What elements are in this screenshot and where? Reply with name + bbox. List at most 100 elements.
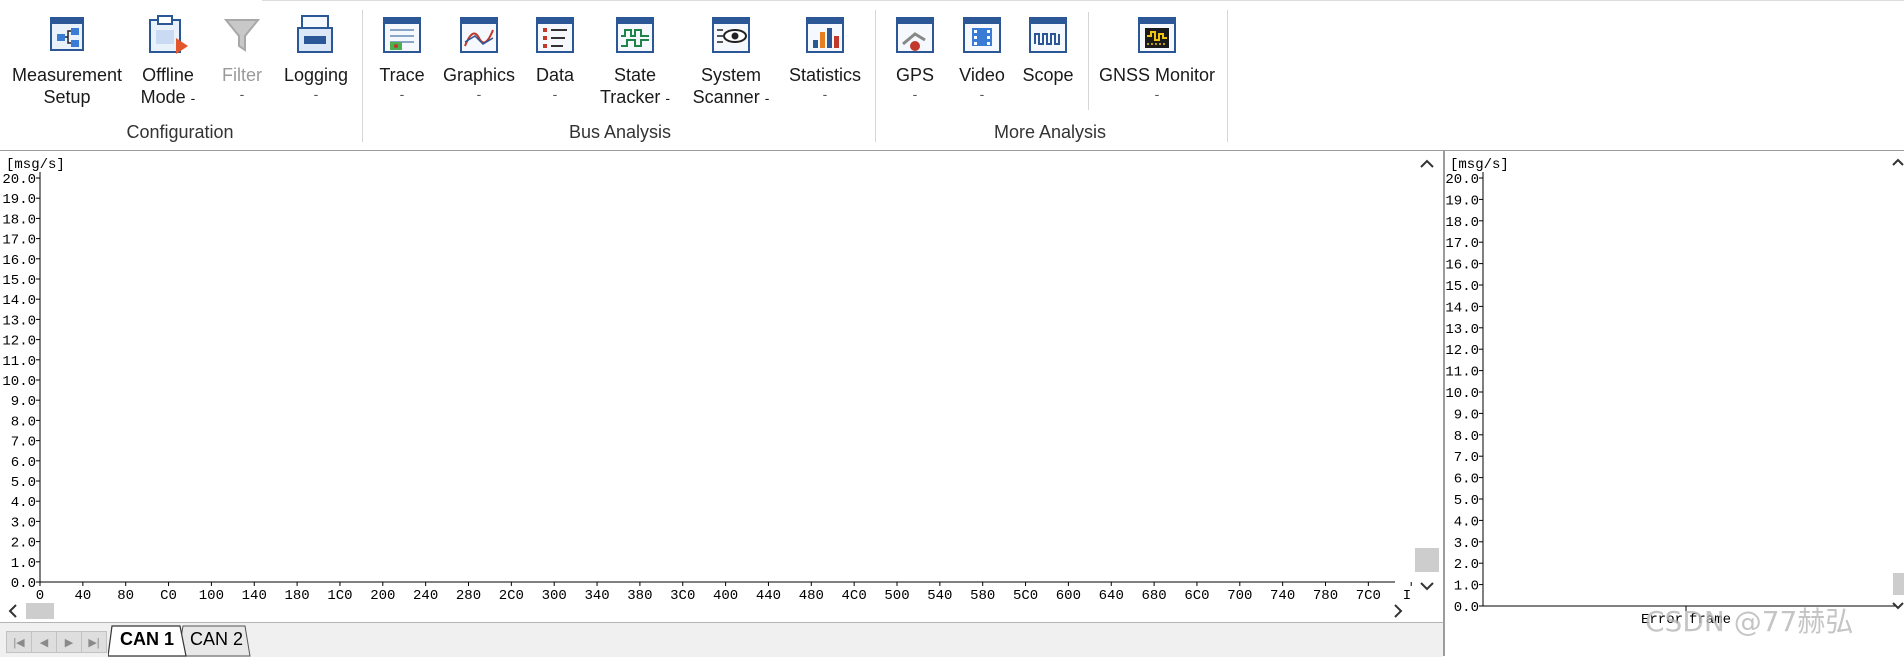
y-tick-label: 11.0 — [2, 354, 36, 370]
y-tick-label: 14.0 — [2, 293, 36, 309]
ribbon-top-border — [262, 0, 1904, 1]
y-tick-label: 3.0 — [11, 515, 36, 531]
x-tick-label: 640 — [1099, 588, 1124, 601]
dropdown-arrow-icon[interactable]: - — [400, 86, 405, 102]
y-tick-label: 19.0 — [1445, 193, 1479, 209]
ribbon-button-label-line2: Setup — [43, 86, 90, 108]
x-tick-label: 100 — [199, 588, 224, 601]
y-tick-label: 4.0 — [1454, 514, 1479, 530]
y-tick-label: 10.0 — [2, 374, 36, 390]
first-tab-button[interactable]: |◀ — [6, 631, 32, 653]
group-separator — [1227, 10, 1228, 142]
y-tick-label: 1.0 — [1454, 579, 1479, 595]
y-tick-label: 13.0 — [1445, 322, 1479, 338]
scope-button[interactable]: Scope — [988, 14, 1108, 86]
scroll-up-icon[interactable] — [1420, 159, 1434, 168]
x-tick-label: 600 — [1056, 588, 1081, 601]
x-tick-label: 400 — [713, 588, 738, 601]
y-tick-label: 20.0 — [1445, 172, 1479, 188]
error-frame-chart-pane: [msg/s] 20.0 19.0 18.0 17.0 16.0 15.0 14.0 13.0 1… — [1443, 151, 1904, 656]
group-separator — [1088, 12, 1089, 110]
dropdown-arrow-icon[interactable]: - — [314, 86, 319, 102]
x-tick-label: 2C0 — [499, 588, 524, 601]
x-tick-label: 3C0 — [670, 588, 695, 601]
y-tick-label: 7.0 — [1454, 450, 1479, 466]
ribbon-button-label-text: Mode — [140, 87, 186, 107]
last-tab-button[interactable]: ▶| — [81, 631, 107, 653]
dropdown-arrow-icon[interactable]: - — [1155, 86, 1160, 102]
x-tick-label: 540 — [927, 588, 952, 601]
dropdown-arrow-icon[interactable]: - — [823, 86, 828, 102]
y-tick-label: 18.0 — [2, 212, 36, 228]
dropdown-arrow-icon[interactable]: - — [553, 86, 558, 102]
ribbon-toolbar: Measurement Setup Offline Mode - Filter - Loggi… — [0, 0, 1904, 151]
ribbon-button-label: System — [700, 65, 761, 85]
y-tick-label: 20.0 — [2, 172, 36, 188]
previous-tab-button[interactable]: ◀ — [31, 631, 57, 653]
group-label-more-analysis: More Analysis — [993, 122, 1107, 142]
statistics-icon — [803, 14, 847, 56]
scroll-left-icon[interactable] — [8, 604, 17, 618]
group-label-bus-analysis: Bus Analysis — [568, 122, 672, 142]
x-tick-label: ID — [1403, 588, 1412, 601]
dropdown-arrow-icon[interactable]: - — [665, 90, 670, 106]
y-tick-label: 8.0 — [1454, 429, 1479, 445]
x-tick-label: 740 — [1270, 588, 1295, 601]
tab-can-2[interactable]: CAN 2 — [182, 625, 251, 653]
ribbon-button-label: Statistics — [788, 65, 862, 85]
x-tick-label: 240 — [413, 588, 438, 601]
y-tick-label: 2.0 — [11, 536, 36, 552]
bus-load-chart: [msg/s]20.0 19.0 18.0 17.0 16.0 15.0 14.0 13.0 1… — [2, 157, 1419, 604]
gnss-monitor-button[interactable]: GNSS Monitor - — [1097, 14, 1217, 102]
dropdown-arrow-icon[interactable]: - — [980, 86, 985, 102]
y-tick-label: 6.0 — [11, 455, 36, 471]
dropdown-arrow-icon[interactable]: - — [477, 86, 482, 102]
ribbon-button-label-text: Setup — [43, 87, 91, 107]
y-tick-label: 15.0 — [1445, 279, 1479, 295]
x-tick-label: 140 — [242, 588, 267, 601]
x-tick-label: 700 — [1227, 588, 1252, 601]
ribbon-button-label-text: Scanner — [692, 87, 760, 107]
x-tick-label: 4C0 — [842, 588, 867, 601]
gnss-monitor-icon — [1135, 14, 1179, 56]
y-tick-label: 15.0 — [2, 273, 36, 289]
y-tick-label: 6.0 — [1454, 472, 1479, 488]
x-tick-label: 7C0 — [1356, 588, 1381, 601]
data-icon — [533, 14, 577, 56]
x-tick-label: 5C0 — [1013, 588, 1038, 601]
ribbon-button-label: Trace — [379, 65, 425, 85]
x-tick-label: 440 — [756, 588, 781, 601]
trace-icon — [380, 14, 424, 56]
vertical-scroll-thumb[interactable] — [1415, 548, 1439, 572]
scroll-up-icon — [1892, 158, 1904, 166]
watermark-text: CSDN @77赫弘 — [1645, 605, 1853, 638]
scroll-down-icon[interactable] — [1420, 582, 1434, 591]
group-label-configuration: Configuration — [126, 122, 234, 142]
y-tick-label: 3.0 — [1454, 536, 1479, 552]
scroll-right-icon[interactable] — [1394, 604, 1403, 618]
y-axis-unit-label: [msg/s] — [6, 157, 65, 173]
next-tab-button[interactable]: ▶ — [56, 631, 82, 653]
y-tick-label: 16.0 — [2, 253, 36, 269]
y-tick-label: 12.0 — [1445, 343, 1479, 359]
y-tick-label: 7.0 — [11, 435, 36, 451]
x-tick-label: 500 — [884, 588, 909, 601]
x-tick-label: 280 — [456, 588, 481, 601]
y-tick-label: 13.0 — [2, 313, 36, 329]
tab-can-1[interactable]: CAN 1 — [112, 625, 182, 653]
scroll-down-icon — [1892, 602, 1904, 610]
y-tick-label: 5.0 — [11, 475, 36, 491]
x-tick-label: 340 — [584, 588, 609, 601]
dropdown-arrow-icon[interactable]: - — [913, 86, 918, 102]
measurement-setup-icon — [45, 14, 89, 56]
horizontal-scrollbar[interactable] — [0, 601, 1420, 621]
y-tick-label: 8.0 — [11, 414, 36, 430]
x-tick-label: 780 — [1313, 588, 1338, 601]
vertical-scrollbar[interactable] — [1412, 151, 1442, 601]
dropdown-arrow-icon[interactable]: - — [240, 86, 245, 102]
horizontal-scroll-thumb[interactable] — [26, 603, 54, 619]
x-tick-label: 480 — [799, 588, 824, 601]
y-tick-label: 0.0 — [1454, 600, 1479, 616]
x-tick-label: C0 — [160, 588, 177, 601]
bus-tab-bar: |◀ ◀ ▶ ▶| CAN 1 CAN 2 — [0, 622, 1443, 657]
